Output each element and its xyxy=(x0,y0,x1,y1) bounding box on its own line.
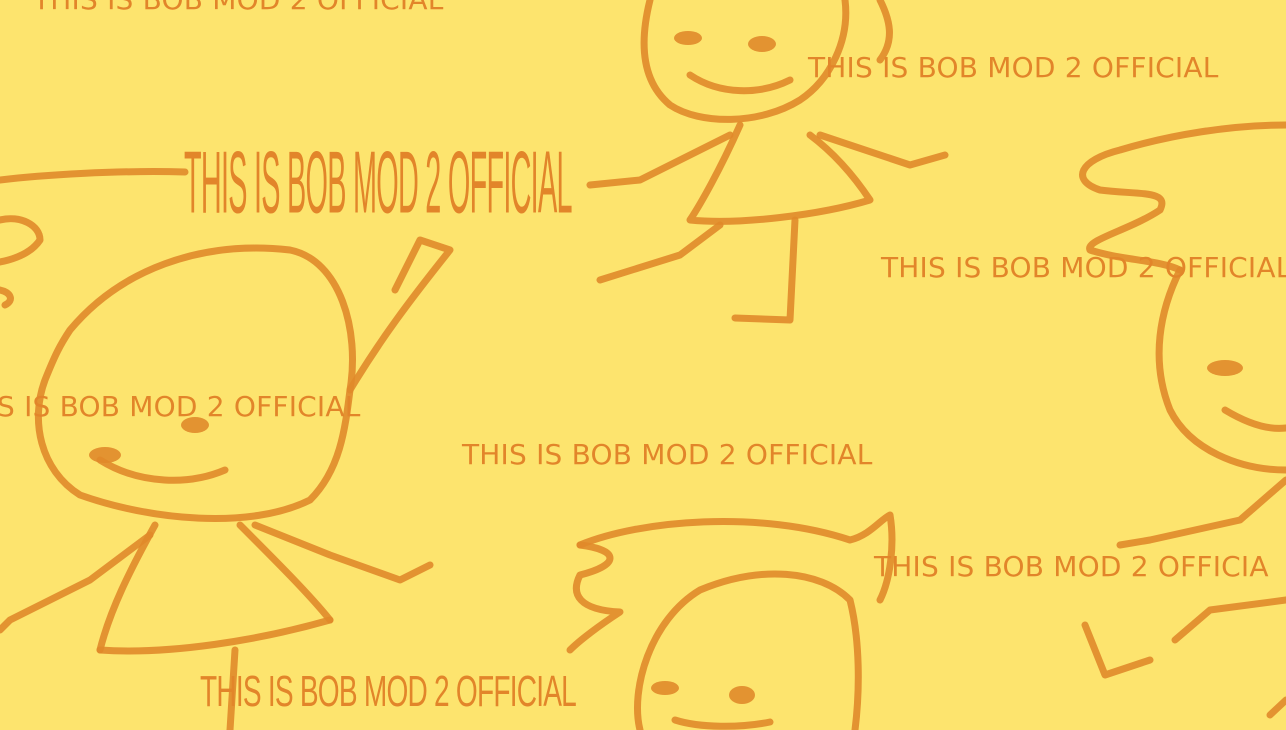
bob-doodle-bottom xyxy=(566,511,896,730)
bob-doodle-pattern xyxy=(0,0,1286,730)
mod-title-caption: THIS IS BOB MOD 2 OFFICIAL xyxy=(33,0,444,14)
mod-title-caption: THIS IS BOB MOD 2 OFFICIAL xyxy=(808,51,1219,84)
mod-title-caption: THIS IS BOB MOD 2 OFFICIA xyxy=(874,550,1269,583)
mod-title-caption-stretched: THIS IS BOB MOD 2 OFFICIAL xyxy=(184,135,572,233)
mod-title-caption: THIS IS BOB MOD 2 OFFICIAL xyxy=(881,251,1286,284)
mod-title-caption-stretched: THIS IS BOB MOD 2 OFFICIAL xyxy=(200,666,577,716)
mod-title-caption: THIS IS BOB MOD 2 OFFICIAL xyxy=(462,438,873,471)
bob-doodle-right xyxy=(1079,121,1286,719)
mod-title-caption: S IS BOB MOD 2 OFFICIAL xyxy=(0,390,361,423)
bob-doodle-left xyxy=(0,168,454,730)
title-screen-background: THIS IS BOB MOD 2 OFFICIAL THIS IS BOB M… xyxy=(0,0,1286,730)
